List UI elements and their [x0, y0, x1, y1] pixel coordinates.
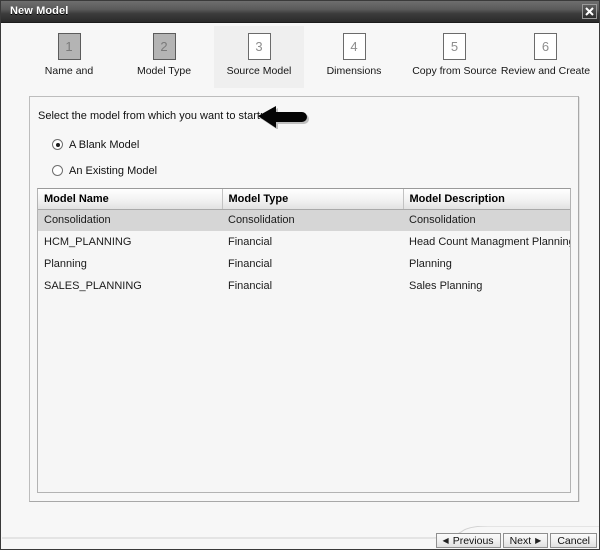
dialog-footer: ◀ Previous Next ▶ Cancel — [2, 502, 599, 549]
wizard-step-3-label: Source Model — [226, 65, 292, 77]
close-icon — [585, 7, 594, 16]
model-table: Model Name Model Type Model Description … — [38, 189, 570, 297]
cell-model-type: Financial — [228, 236, 273, 248]
wizard-step-6[interactable]: 6 Review and Create — [493, 26, 598, 88]
wizard-step-1[interactable]: 1 Name and — [24, 26, 114, 88]
radio-option-blank-model[interactable]: A Blank Model — [52, 139, 139, 151]
window-titlebar: New Model — [1, 1, 599, 23]
radio-option-existing-model[interactable]: An Existing Model — [52, 165, 157, 177]
cell-model-name: Planning — [44, 258, 87, 270]
table-row[interactable]: HCM_PLANNING Financial Head Count Managm… — [38, 231, 570, 253]
left-arrow-annotation — [256, 103, 312, 130]
table-header-row: Model Name Model Type Model Description — [38, 189, 570, 210]
close-button[interactable] — [582, 4, 597, 19]
triangle-left-icon: ◀ — [442, 536, 449, 545]
wizard-step-5-label: Copy from Source — [412, 65, 497, 77]
radio-existing-model-icon[interactable] — [52, 165, 63, 176]
column-header-model-type[interactable]: Model Type — [222, 189, 404, 210]
wizard-step-3[interactable]: 3 Source Model — [214, 26, 304, 88]
window-title: New Model — [10, 5, 69, 17]
previous-button[interactable]: ◀ Previous — [435, 533, 501, 548]
wizard-step-2-number: 2 — [152, 33, 176, 60]
next-button-label: Next — [509, 535, 532, 547]
radio-blank-model-icon[interactable] — [52, 139, 63, 150]
wizard-step-5[interactable]: 5 Copy from Source — [402, 26, 507, 88]
cell-model-description: Consolidation — [403, 209, 570, 231]
cell-model-description: Sales Planning — [409, 280, 483, 292]
table-row[interactable]: Consolidation Consolidation Consolidatio… — [38, 209, 570, 231]
wizard-step-5-number: 5 — [443, 33, 466, 60]
cell-model-type: Consolidation — [222, 209, 403, 231]
cancel-button[interactable]: Cancel — [550, 533, 597, 548]
panel-prompt: Select the model from which you want to … — [38, 110, 263, 122]
radio-option-blank-model-label: A Blank Model — [69, 139, 140, 151]
cancel-button-label: Cancel — [557, 535, 590, 547]
left-arrow-annotation-icon — [258, 106, 309, 130]
wizard-step-4[interactable]: 4 Dimensions — [309, 26, 399, 88]
cell-model-type: Financial — [228, 258, 273, 270]
previous-button-label: Previous — [452, 535, 494, 547]
model-table-container: Model Name Model Type Model Description … — [37, 188, 571, 493]
cell-model-description: Planning — [409, 258, 452, 270]
column-header-model-description[interactable]: Model Description — [403, 189, 570, 210]
wizard-step-bar: 1 Name and 2 Model Type 3 Source Model 4… — [2, 24, 599, 90]
table-row[interactable]: SALES_PLANNING Financial Sales Planning — [38, 275, 570, 297]
wizard-step-1-label: Name and — [44, 65, 94, 77]
column-header-model-name[interactable]: Model Name — [38, 189, 223, 210]
wizard-step-4-label: Dimensions — [326, 65, 382, 77]
next-button[interactable]: Next ▶ — [502, 533, 549, 548]
wizard-step-6-label: Review and Create — [500, 65, 591, 77]
cell-model-description: Head Count Managment Planning — [409, 236, 571, 248]
cell-model-name: HCM_PLANNING — [44, 236, 132, 248]
wizard-step-2[interactable]: 2 Model Type — [119, 26, 209, 88]
radio-option-existing-model-label: An Existing Model — [69, 165, 158, 177]
source-model-panel: Select the model from which you want to … — [29, 96, 579, 502]
wizard-step-4-number: 4 — [342, 33, 366, 60]
triangle-right-icon: ▶ — [535, 536, 542, 545]
wizard-step-2-label: Model Type — [136, 65, 192, 77]
wizard-step-1-number: 1 — [57, 33, 81, 60]
cell-model-name: Consolidation — [38, 209, 222, 231]
new-model-dialog: New Model 1 Name and 2 Model Type 3 Sour… — [0, 0, 600, 550]
cell-model-name: SALES_PLANNING — [44, 280, 142, 292]
wizard-step-3-number: 3 — [247, 33, 271, 60]
footer-button-bar: ◀ Previous Next ▶ Cancel — [434, 533, 597, 548]
cell-model-type: Financial — [228, 280, 273, 292]
wizard-step-6-number: 6 — [534, 33, 557, 60]
table-row[interactable]: Planning Financial Planning — [38, 253, 570, 275]
